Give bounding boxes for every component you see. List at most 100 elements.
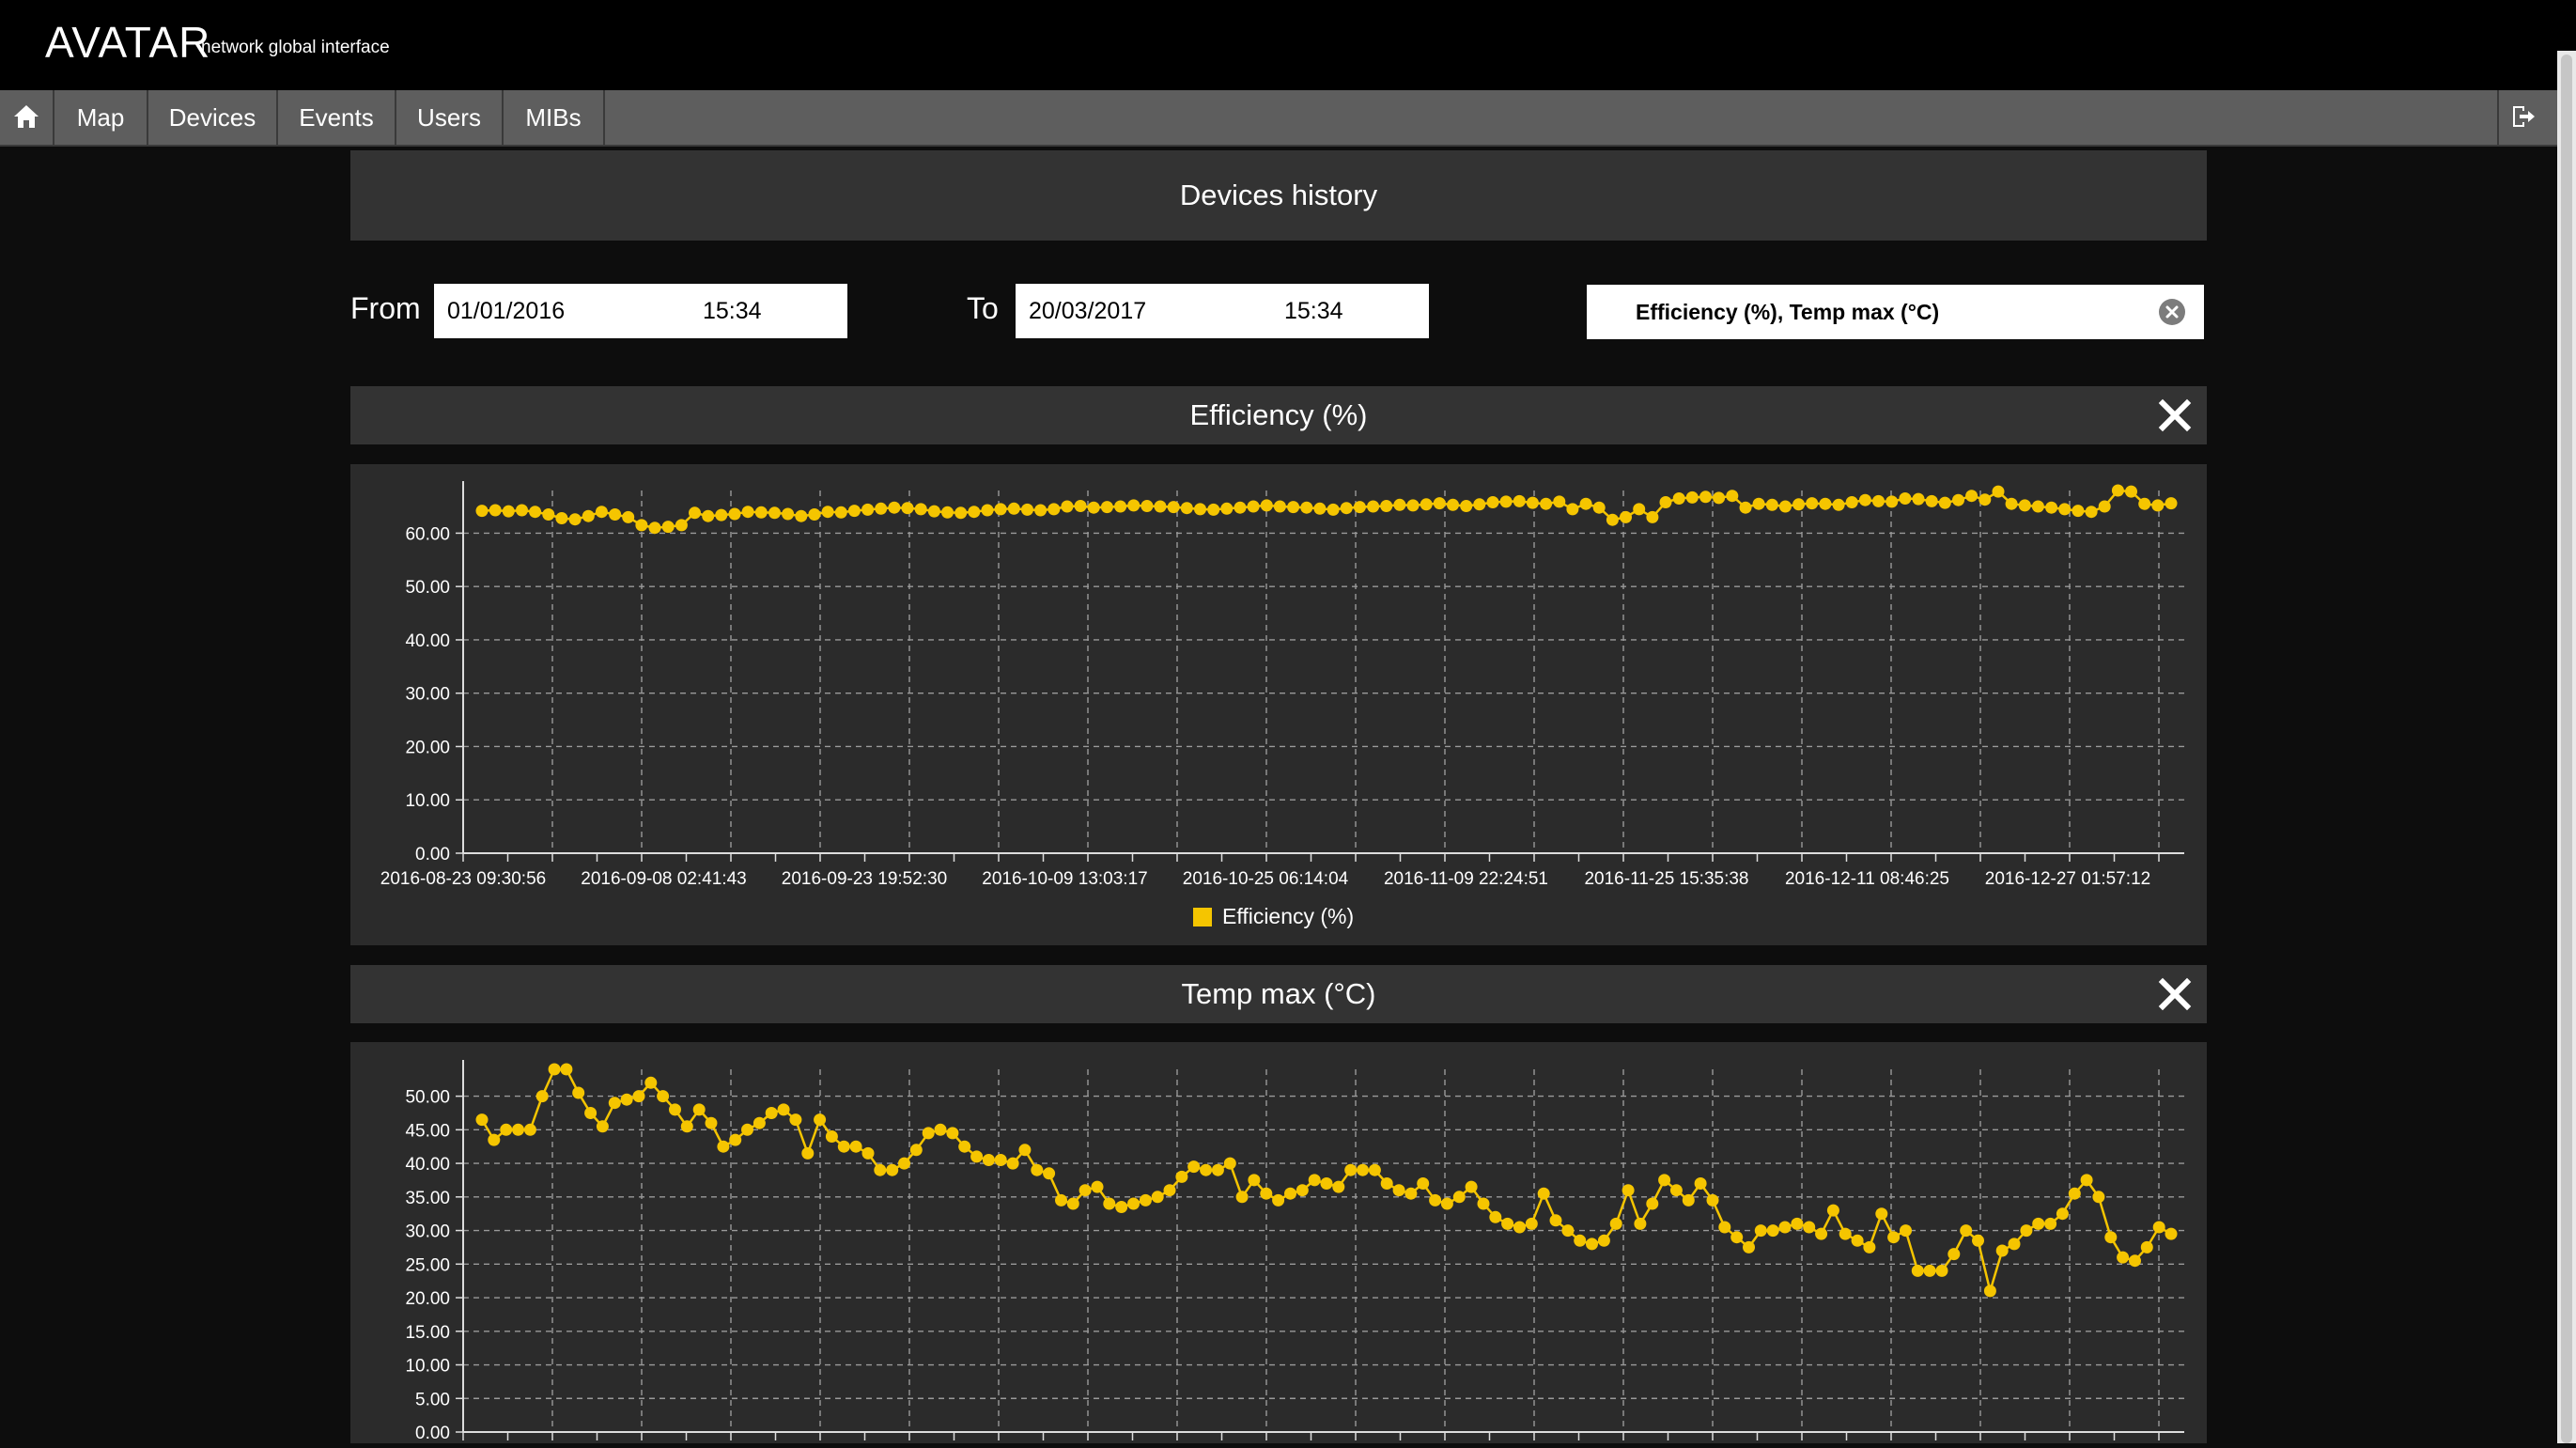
data-point[interactable] bbox=[1091, 1180, 1104, 1193]
data-point[interactable] bbox=[1167, 501, 1180, 514]
data-point[interactable] bbox=[1452, 1191, 1466, 1204]
page-scrollbar[interactable] bbox=[2557, 51, 2576, 1443]
data-point[interactable] bbox=[1327, 503, 1340, 516]
data-point[interactable] bbox=[1620, 510, 1632, 523]
data-point[interactable] bbox=[2018, 499, 2031, 512]
data-point[interactable] bbox=[2152, 1221, 2165, 1234]
data-point[interactable] bbox=[1440, 1197, 1453, 1210]
data-point[interactable] bbox=[1406, 499, 1420, 512]
data-point[interactable] bbox=[2068, 1187, 2081, 1200]
data-point[interactable] bbox=[1713, 491, 1726, 505]
data-point[interactable] bbox=[768, 506, 781, 520]
data-point[interactable] bbox=[849, 1140, 862, 1153]
data-point[interactable] bbox=[702, 509, 715, 522]
data-point[interactable] bbox=[1815, 1227, 1828, 1240]
data-point[interactable] bbox=[1672, 492, 1685, 505]
data-point[interactable] bbox=[1420, 498, 1433, 511]
data-point[interactable] bbox=[488, 1133, 501, 1146]
data-point[interactable] bbox=[502, 505, 515, 518]
data-point[interactable] bbox=[825, 1130, 838, 1143]
data-point[interactable] bbox=[1061, 500, 1074, 513]
data-point[interactable] bbox=[1404, 1187, 1418, 1200]
data-point[interactable] bbox=[1284, 1187, 1296, 1200]
data-point[interactable] bbox=[661, 521, 675, 534]
data-point[interactable] bbox=[1646, 510, 1659, 523]
data-point[interactable] bbox=[1566, 503, 1579, 516]
data-point[interactable] bbox=[994, 503, 1007, 516]
data-point[interactable] bbox=[968, 506, 981, 519]
data-point[interactable] bbox=[1579, 497, 1592, 510]
data-point[interactable] bbox=[2165, 1227, 2178, 1240]
data-point[interactable] bbox=[2020, 1224, 2033, 1238]
data-point[interactable] bbox=[1858, 493, 1871, 506]
data-point[interactable] bbox=[1706, 1193, 1719, 1207]
data-point[interactable] bbox=[2058, 503, 2072, 516]
nav-map[interactable]: Map bbox=[54, 90, 148, 145]
data-point[interactable] bbox=[934, 1123, 947, 1136]
data-point[interactable] bbox=[941, 506, 954, 519]
data-point[interactable] bbox=[994, 1154, 1007, 1166]
data-point[interactable] bbox=[901, 502, 914, 515]
data-point[interactable] bbox=[644, 1076, 658, 1089]
data-point[interactable] bbox=[1992, 485, 2005, 498]
data-point[interactable] bbox=[861, 503, 875, 516]
data-point[interactable] bbox=[1606, 513, 1619, 526]
data-point[interactable] bbox=[1938, 496, 1951, 509]
data-point[interactable] bbox=[475, 1113, 489, 1127]
data-point[interactable] bbox=[595, 506, 608, 519]
data-point[interactable] bbox=[1332, 1180, 1345, 1193]
from-datetime-input[interactable]: 01/01/2016 15:34 bbox=[434, 284, 847, 338]
data-point[interactable] bbox=[1912, 492, 1925, 506]
data-point[interactable] bbox=[1806, 497, 1819, 510]
data-point[interactable] bbox=[1682, 1193, 1695, 1207]
data-point[interactable] bbox=[970, 1150, 984, 1163]
data-point[interactable] bbox=[560, 1063, 573, 1076]
data-point[interactable] bbox=[1127, 499, 1141, 512]
data-point[interactable] bbox=[1634, 1217, 1647, 1230]
data-point[interactable] bbox=[2072, 505, 2085, 518]
data-point[interactable] bbox=[1477, 1197, 1490, 1210]
data-point[interactable] bbox=[1141, 500, 1154, 512]
data-point[interactable] bbox=[596, 1120, 609, 1133]
data-point[interactable] bbox=[1765, 498, 1778, 511]
data-point[interactable] bbox=[2092, 1191, 2105, 1204]
data-point[interactable] bbox=[1743, 1240, 1755, 1253]
data-point[interactable] bbox=[1694, 1177, 1707, 1190]
data-point[interactable] bbox=[1175, 1170, 1188, 1183]
data-point[interactable] bbox=[1187, 1160, 1201, 1174]
data-point[interactable] bbox=[648, 522, 661, 535]
data-point[interactable] bbox=[2098, 500, 2111, 513]
data-point[interactable] bbox=[741, 506, 754, 519]
data-point[interactable] bbox=[1447, 498, 1459, 511]
data-point[interactable] bbox=[572, 1086, 585, 1099]
data-point[interactable] bbox=[1549, 1214, 1562, 1227]
data-point[interactable] bbox=[1965, 490, 1979, 503]
data-point[interactable] bbox=[754, 506, 768, 519]
data-point[interactable] bbox=[500, 1123, 513, 1136]
data-point[interactable] bbox=[1308, 1174, 1321, 1187]
data-point[interactable] bbox=[1526, 496, 1539, 509]
data-point[interactable] bbox=[1658, 1174, 1671, 1187]
data-point[interactable] bbox=[1211, 1163, 1224, 1176]
data-point[interactable] bbox=[1489, 1210, 1502, 1223]
data-point[interactable] bbox=[1287, 501, 1300, 514]
data-point[interactable] bbox=[1935, 1264, 1948, 1277]
data-point[interactable] bbox=[680, 1120, 693, 1133]
data-point[interactable] bbox=[801, 1146, 815, 1160]
data-point[interactable] bbox=[728, 507, 741, 521]
data-point[interactable] bbox=[1392, 1184, 1405, 1197]
data-point[interactable] bbox=[1972, 1234, 1984, 1247]
data-point[interactable] bbox=[765, 1107, 778, 1119]
data-point[interactable] bbox=[1087, 501, 1100, 514]
data-point[interactable] bbox=[1778, 1221, 1792, 1234]
data-point[interactable] bbox=[1995, 1244, 2009, 1257]
data-point[interactable] bbox=[1151, 1191, 1164, 1204]
data-point[interactable] bbox=[1863, 1240, 1876, 1253]
data-point[interactable] bbox=[1561, 1224, 1575, 1238]
data-point[interactable] bbox=[821, 506, 834, 519]
data-point[interactable] bbox=[1260, 1187, 1273, 1200]
nav-devices[interactable]: Devices bbox=[148, 90, 278, 145]
scrollbar-thumb[interactable] bbox=[2561, 54, 2572, 1443]
data-point[interactable] bbox=[1353, 501, 1366, 514]
data-point[interactable] bbox=[475, 505, 489, 518]
